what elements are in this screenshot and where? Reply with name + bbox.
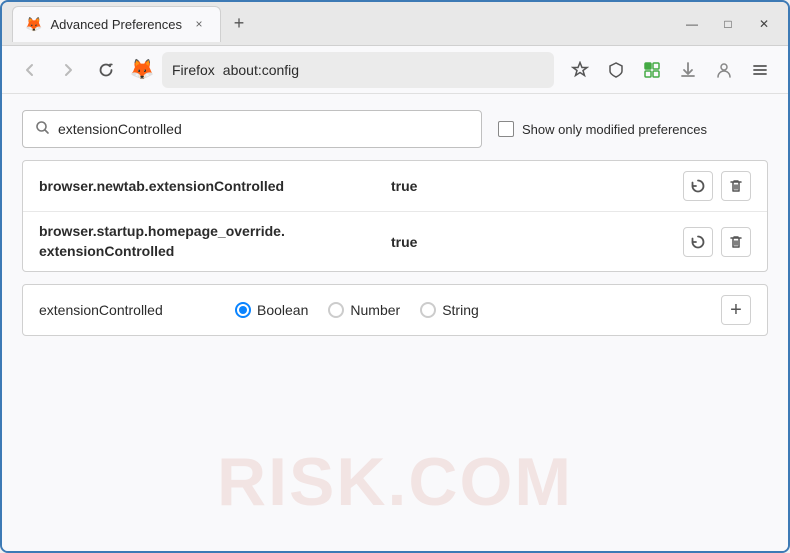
firefox-logo: 🦊 xyxy=(128,56,156,84)
delete-button-2[interactable] xyxy=(721,227,751,257)
browser-name: Firefox xyxy=(172,62,215,78)
results-table: browser.newtab.extensionControlled true xyxy=(22,160,768,272)
pref-name-1: browser.newtab.extensionControlled xyxy=(39,178,379,194)
downloads-button[interactable] xyxy=(672,54,704,86)
pref-name-2: browser.startup.homepage_override. exten… xyxy=(39,222,379,261)
pref-value-1: true xyxy=(391,178,671,194)
radio-string-label: String xyxy=(442,302,479,318)
search-icon xyxy=(35,120,50,139)
address-bar[interactable]: Firefox about:config xyxy=(162,52,554,88)
type-radio-group: Boolean Number String xyxy=(235,302,705,318)
search-box[interactable] xyxy=(22,110,482,148)
browser-window: 🦊 Advanced Preferences × + — □ ✕ xyxy=(0,0,790,553)
reset-button-2[interactable] xyxy=(683,227,713,257)
radio-boolean-circle xyxy=(235,302,251,318)
reset-icon xyxy=(690,178,706,194)
add-pref-button[interactable]: + xyxy=(721,295,751,325)
extensions-icon xyxy=(643,61,661,79)
account-button[interactable] xyxy=(708,54,740,86)
add-pref-row: extensionControlled Boolean Number Strin… xyxy=(22,284,768,336)
tab-title: Advanced Preferences xyxy=(50,17,182,32)
radio-number-label: Number xyxy=(350,302,400,318)
table-row[interactable]: browser.newtab.extensionControlled true xyxy=(23,161,767,212)
maximize-button[interactable]: □ xyxy=(714,10,742,38)
delete-icon xyxy=(728,234,744,250)
row-1-actions xyxy=(683,171,751,201)
search-input[interactable] xyxy=(58,121,469,137)
pref-value-2: true xyxy=(391,234,671,250)
new-pref-name: extensionControlled xyxy=(39,302,219,318)
radio-boolean[interactable]: Boolean xyxy=(235,302,308,318)
radio-boolean-label: Boolean xyxy=(257,302,308,318)
back-icon xyxy=(22,62,38,78)
show-modified-label: Show only modified preferences xyxy=(522,122,707,137)
tab-favicon: 🦊 xyxy=(25,16,42,33)
table-row[interactable]: browser.startup.homepage_override. exten… xyxy=(23,212,767,271)
reset-button-1[interactable] xyxy=(683,171,713,201)
reset-icon xyxy=(690,234,706,250)
menu-button[interactable] xyxy=(744,54,776,86)
radio-string-circle xyxy=(420,302,436,318)
window-controls: — □ ✕ xyxy=(678,10,778,38)
tab-close-button[interactable]: × xyxy=(190,15,208,33)
minimize-button[interactable]: — xyxy=(678,10,706,38)
forward-icon xyxy=(60,62,76,78)
bookmark-icon xyxy=(571,61,589,79)
show-modified-checkbox-row[interactable]: Show only modified preferences xyxy=(498,121,707,137)
search-row: Show only modified preferences xyxy=(22,110,768,148)
address-url: about:config xyxy=(223,62,299,78)
bookmark-button[interactable] xyxy=(564,54,596,86)
close-button[interactable]: ✕ xyxy=(750,10,778,38)
radio-string[interactable]: String xyxy=(420,302,479,318)
show-modified-checkbox[interactable] xyxy=(498,121,514,137)
browser-tab[interactable]: 🦊 Advanced Preferences × xyxy=(12,6,221,42)
new-tab-button[interactable]: + xyxy=(225,10,253,38)
nav-bar: 🦊 Firefox about:config xyxy=(2,46,788,94)
downloads-icon xyxy=(679,61,697,79)
radio-number[interactable]: Number xyxy=(328,302,400,318)
row-2-actions xyxy=(683,227,751,257)
page-content: RISK.COM Show only modified preferences xyxy=(2,94,788,551)
radio-number-circle xyxy=(328,302,344,318)
watermark: RISK.COM xyxy=(217,443,573,521)
shield-icon xyxy=(607,61,625,79)
back-button[interactable] xyxy=(14,54,46,86)
title-bar: 🦊 Advanced Preferences × + — □ ✕ xyxy=(2,2,788,46)
hamburger-icon xyxy=(751,61,769,79)
account-icon xyxy=(715,61,733,79)
delete-icon xyxy=(728,178,744,194)
shield-button[interactable] xyxy=(600,54,632,86)
extensions-button[interactable] xyxy=(636,54,668,86)
nav-icons xyxy=(564,54,776,86)
delete-button-1[interactable] xyxy=(721,171,751,201)
refresh-button[interactable] xyxy=(90,54,122,86)
forward-button[interactable] xyxy=(52,54,84,86)
refresh-icon xyxy=(98,62,114,78)
